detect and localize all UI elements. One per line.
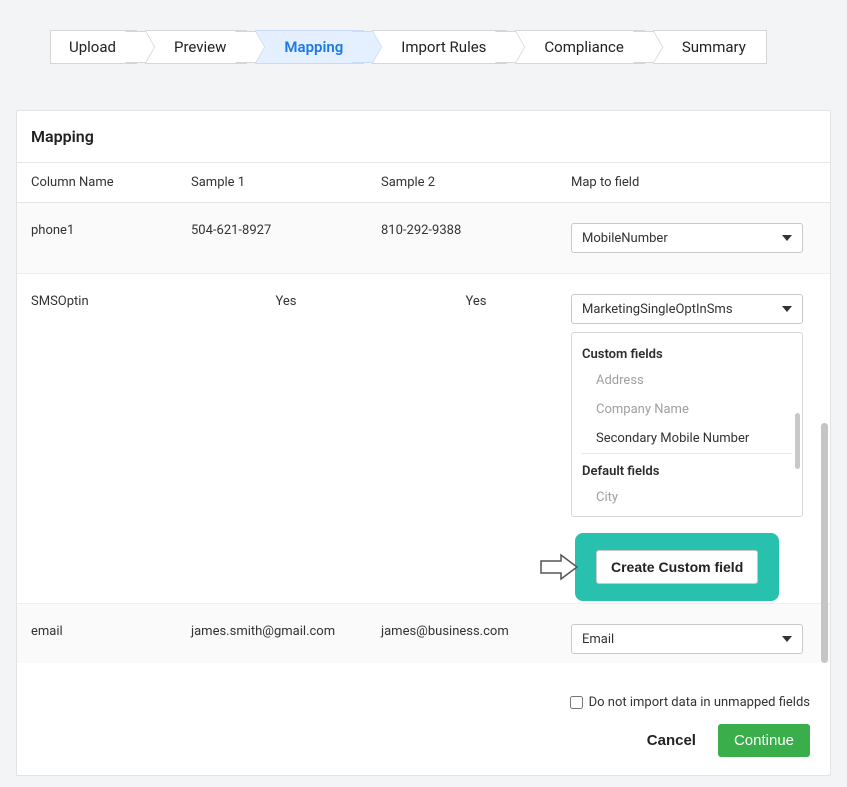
chevron-down-icon [782,636,792,642]
table-header-row: Column Name Sample 1 Sample 2 Map to fie… [17,163,830,203]
dropdown-item-address[interactable]: Address [582,366,792,395]
unmapped-checkbox-label: Do not import data in unmapped fields [589,695,810,710]
table-row: email james.smith@gmail.com james@busine… [17,604,830,663]
chevron-down-icon [782,306,792,312]
table-row: phone1 504-621-8927 810-292-9388 MobileN… [17,203,830,274]
arrow-right-icon [539,553,579,581]
map-field-select[interactable]: Email [571,624,803,654]
field-dropdown: Custom fields Address Company Name Secon… [571,332,803,517]
dropdown-group-custom: Custom fields [582,341,792,366]
step-summary[interactable]: Summary [653,30,767,64]
cancel-button[interactable]: Cancel [629,724,714,757]
header-column-name: Column Name [31,175,191,190]
continue-button[interactable]: Continue [718,724,810,757]
cell-column-name: phone1 [31,223,191,238]
step-upload[interactable]: Upload [50,30,137,64]
step-mapping[interactable]: Mapping [255,30,364,64]
unmapped-checkbox-row[interactable]: Do not import data in unmapped fields [37,695,810,710]
map-field-select[interactable]: MarketingSingleOptInSms [571,294,803,324]
header-sample1: Sample 1 [191,175,381,190]
panel-footer: Do not import data in unmapped fields Ca… [17,683,830,775]
cell-column-name: email [31,624,191,639]
select-value: Email [582,632,614,647]
cell-sample1: 504-621-8927 [191,223,381,238]
dropdown-scroll-thumb[interactable] [795,413,800,469]
dropdown-item-secondary-mobile[interactable]: Secondary Mobile Number [582,424,792,454]
unmapped-checkbox[interactable] [570,696,583,709]
step-import-rules[interactable]: Import Rules [372,30,507,64]
select-value: MobileNumber [582,231,668,246]
chevron-down-icon [782,235,792,241]
select-value: MarketingSingleOptInSms [582,302,733,317]
map-field-select[interactable]: MobileNumber [571,223,803,253]
cell-column-name: SMSOptin [31,294,191,309]
header-map-to-field: Map to field [571,175,816,190]
highlight-create-custom-field: Create Custom field [575,533,779,601]
step-compliance[interactable]: Compliance [515,30,644,64]
cell-sample2: 810-292-9388 [381,223,571,238]
cell-sample1: Yes [191,294,381,309]
mapping-panel: Mapping Column Name Sample 1 Sample 2 Ma… [16,110,831,776]
dropdown-item-company-name[interactable]: Company Name [582,395,792,424]
cell-sample2: Yes [381,294,571,309]
dropdown-item-city[interactable]: City [582,483,792,512]
wizard-steps: Upload Preview Mapping Import Rules Comp… [0,0,847,80]
cell-sample2: james@business.com [381,624,571,639]
create-custom-field-button[interactable]: Create Custom field [596,550,758,584]
step-preview[interactable]: Preview [145,30,247,64]
panel-scroll-thumb[interactable] [821,423,828,663]
cell-sample1: james.smith@gmail.com [191,624,381,639]
panel-title: Mapping [17,111,830,163]
header-sample2: Sample 2 [381,175,571,190]
dropdown-group-default: Default fields [582,458,792,483]
